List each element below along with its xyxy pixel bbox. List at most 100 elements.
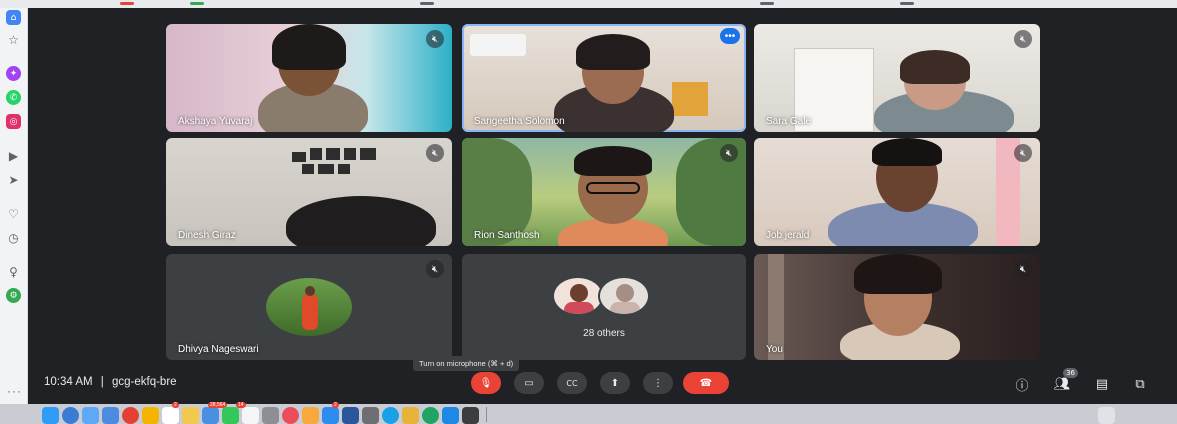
books-icon[interactable] (302, 407, 319, 424)
home-icon[interactable]: ⌂ (6, 10, 21, 25)
trash-icon[interactable] (1098, 407, 1115, 424)
meeting-time: 10:34 AM (44, 376, 93, 388)
settings-icon[interactable]: ⚙ (6, 288, 21, 303)
heart-icon[interactable]: ♡ (6, 206, 21, 221)
mic-off-icon: 🎙︎ (479, 377, 493, 389)
mail-icon[interactable] (202, 407, 219, 424)
microphone-tooltip: Turn on microphone (⌘ + d) (413, 356, 520, 371)
browser-sidebar: ⌂ ☆ ✦ ✆ ◎ ▶ ➤ ♡ ◷ ♀ ⚙ ··· (0, 8, 28, 404)
whatsapp-icon[interactable]: ✆ (6, 90, 21, 105)
chat-button[interactable]: ▤ (1092, 374, 1112, 394)
notes-icon[interactable] (142, 407, 159, 424)
activities-icon: ⧉ (1135, 376, 1145, 392)
macos-dock: 2 28,564 14 2 (0, 402, 1177, 424)
meeting-controls-bar: 10:34 AM | gcg-ekfq-bre Turn on micropho… (28, 356, 1177, 404)
app-store-icon[interactable] (322, 407, 339, 424)
participant-tile[interactable]: 🔇︎ Akshaya Yuvaraj (166, 24, 452, 132)
participant-name: Akshaya Yuvaraj (178, 116, 253, 127)
messages-icon[interactable] (222, 407, 239, 424)
mic-toggle-button[interactable]: 🎙︎ (471, 372, 501, 394)
others-count-label: 28 others (583, 328, 625, 339)
mic-off-icon: 🔇︎ (426, 30, 444, 48)
video-grid: 🔇︎ Akshaya Yuvaraj ••• Sangeetha Solomon… (28, 8, 1177, 404)
settings-icon[interactable] (362, 407, 379, 424)
activities-button[interactable]: ⧉ (1130, 374, 1150, 394)
participant-avatar (266, 278, 352, 336)
participant-video (286, 196, 436, 246)
participant-hair (576, 34, 650, 70)
others-tile[interactable]: 28 others (462, 254, 746, 360)
participant-name: Dinesh Giraz (178, 230, 236, 241)
send-icon[interactable]: ➤ (6, 172, 21, 187)
meeting-details: 10:34 AM | gcg-ekfq-bre (44, 376, 177, 388)
others-avatar (598, 276, 650, 316)
more-options-button[interactable]: ⋮ (643, 372, 673, 394)
mic-off-icon: 🔇︎ (426, 144, 444, 162)
glasses (586, 182, 640, 194)
people-button[interactable]: 👥︎ 36 (1052, 368, 1078, 394)
browser-icon[interactable] (382, 407, 399, 424)
tab-indicator (190, 2, 204, 5)
participant-tile[interactable]: 🔇︎ Dinesh Giraz (166, 138, 452, 246)
participant-tile-active[interactable]: ••• Sangeetha Solomon (462, 24, 746, 132)
meeting-info-button[interactable]: ⓘ (1012, 374, 1032, 394)
screenshot-icon[interactable] (462, 407, 479, 424)
participant-name: Job jerald (766, 230, 810, 241)
present-button[interactable]: ⬆ (600, 372, 630, 394)
word-icon[interactable] (342, 407, 359, 424)
participant-tile[interactable]: 🔇︎ Dhivya Nageswari (166, 254, 452, 360)
meeting-code: gcg-ekfq-bre (112, 376, 177, 388)
opera-icon[interactable] (122, 407, 139, 424)
participant-hair (854, 254, 942, 294)
siri-icon[interactable] (62, 407, 79, 424)
calendar-badge: 2 (172, 402, 179, 408)
participant-tile[interactable]: 🔇︎ Sara Gale (754, 24, 1040, 132)
mic-off-icon: 🔇︎ (1014, 260, 1032, 278)
more-vert-icon: ⋮ (653, 377, 663, 389)
instagram-icon[interactable]: ◎ (6, 114, 21, 129)
finder-icon[interactable] (42, 407, 59, 424)
safari-icon[interactable] (102, 407, 119, 424)
launchpad-icon[interactable] (82, 407, 99, 424)
play-icon[interactable]: ▶ (6, 148, 21, 163)
lightbulb-icon[interactable]: ♀ (6, 264, 21, 279)
participant-name: Rion Santhosh (474, 230, 540, 241)
chat-icon: ▤ (1095, 376, 1109, 392)
participant-name: Dhivya Nageswari (178, 344, 259, 355)
info-icon: ⓘ (1015, 378, 1029, 394)
others-avatar (552, 276, 604, 316)
camera-toggle-button[interactable]: ▭ (514, 372, 544, 394)
mic-off-icon: 🔇︎ (720, 144, 738, 162)
captions-button[interactable]: CC (557, 372, 587, 394)
participant-hair (872, 138, 942, 166)
more-options-icon[interactable]: ••• (720, 28, 740, 44)
participant-hair (900, 50, 970, 84)
music-icon[interactable] (282, 407, 299, 424)
chrome-icon[interactable] (422, 407, 439, 424)
participant-name: Sara Gale (766, 116, 812, 127)
self-tile[interactable]: 🔇︎ You (754, 254, 1040, 360)
participant-tile[interactable]: 🔇︎ Rion Santhosh (462, 138, 746, 246)
more-horizontal-icon[interactable]: ··· (7, 384, 22, 398)
tab-indicator (900, 2, 914, 5)
tab-indicator (120, 2, 134, 5)
air-conditioner (470, 34, 526, 56)
clock-icon[interactable]: ◷ (6, 230, 21, 245)
app-store-badge: 2 (332, 402, 339, 408)
star-icon[interactable]: ☆ (6, 32, 21, 47)
stickies-icon[interactable] (182, 407, 199, 424)
leave-call-button[interactable]: ☎ (683, 372, 729, 394)
calendar-icon[interactable] (162, 407, 179, 424)
photo-frames (292, 144, 386, 178)
folder-icon[interactable] (402, 407, 419, 424)
zoom-icon[interactable] (442, 407, 459, 424)
participant-name: Sangeetha Solomon (474, 116, 565, 127)
tab-indicator (760, 2, 774, 5)
messenger-icon[interactable]: ✦ (6, 66, 21, 81)
system-icon[interactable] (262, 407, 279, 424)
mic-off-icon: 🔇︎ (1014, 30, 1032, 48)
participant-hair (574, 146, 652, 176)
photos-icon[interactable] (242, 407, 259, 424)
participant-tile[interactable]: 🔇︎ Job jerald (754, 138, 1040, 246)
captions-icon: CC (566, 378, 578, 388)
